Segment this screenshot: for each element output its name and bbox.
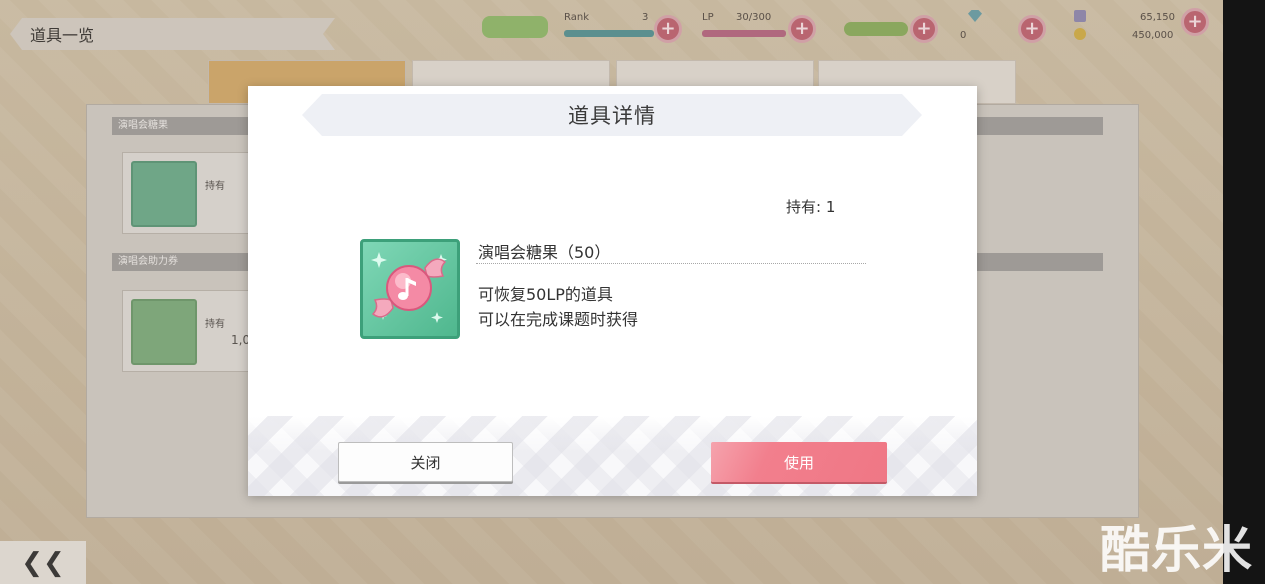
back-button[interactable]: ❮❮ (0, 541, 86, 584)
section-header-candy-label: 演唱会糖果 (118, 120, 168, 131)
screen-title-label: 道具一览 (30, 26, 95, 45)
item-name-divider (476, 263, 866, 264)
lp-label: LP (702, 12, 714, 23)
screen-title: 道具一览 (10, 18, 335, 50)
right-edge-strip (1223, 0, 1265, 584)
close-button-label: 关闭 (410, 453, 441, 472)
item-description-line-2: 可以在完成课题时获得 (478, 310, 639, 329)
lp-bar (702, 30, 786, 37)
rank-value: 3 (642, 12, 649, 23)
use-button-label: 使用 (783, 453, 814, 472)
candy-icon-graphic (371, 252, 447, 323)
gem-count: 0 (960, 30, 967, 41)
item-card-ticket[interactable]: 持有 1,0 (122, 290, 252, 372)
candy-plus-button[interactable]: + (910, 15, 938, 43)
use-button[interactable]: 使用 (711, 442, 887, 482)
item-card-owned-label: 持有 (205, 181, 225, 192)
owned-colon: : (816, 198, 826, 216)
gem-icon (968, 10, 982, 22)
watermark-logo: 酷乐米 (1100, 521, 1253, 579)
dialog-title: 道具详情 (568, 104, 656, 128)
item-detail-dialog: 道具详情 持有: 1 演唱会糖果（50） 可恢复50LP的道具 可以在完成课题时… (248, 86, 977, 496)
item-card-owned-label: 持有 (205, 319, 225, 330)
rank-exp-bar (564, 30, 654, 37)
ticket-thumb-icon (131, 299, 197, 365)
gold-bottom-value: 450,000 (1132, 30, 1174, 41)
gem-plus-button[interactable]: + (1018, 15, 1046, 43)
ticket-icon (1074, 10, 1086, 22)
candy-thumb-icon (131, 161, 197, 227)
section-header-ticket-label: 演唱会助力券 (118, 256, 178, 267)
lp-plus-button[interactable]: + (788, 15, 816, 43)
item-description-line-1: 可恢复50LP的道具 (478, 285, 613, 304)
item-name: 演唱会糖果（50） (478, 243, 611, 262)
owned-count: 持有: 1 (786, 196, 835, 217)
coin-icon (1074, 28, 1086, 40)
candy-stock-icon (844, 22, 908, 36)
dialog-header: 道具详情 (302, 94, 922, 136)
game-logo (482, 16, 548, 38)
gold-top-value: 65,150 (1140, 12, 1175, 23)
rank-label: Rank (564, 12, 589, 23)
rank-plus-button[interactable]: + (654, 15, 682, 43)
close-button[interactable]: 关闭 (338, 442, 513, 482)
double-chevron-left-icon: ❮❮ (21, 547, 65, 578)
lp-value: 30/300 (736, 12, 772, 23)
item-card-candy[interactable]: 持有 (122, 152, 252, 234)
owned-value: 1 (825, 198, 836, 216)
owned-label: 持有 (786, 198, 817, 216)
candy-icon (360, 239, 460, 339)
gold-plus-button[interactable]: + (1181, 8, 1209, 36)
status-bar: Rank 3 + LP 30/300 + + 0 + 65,150 450,00… (478, 8, 1223, 50)
